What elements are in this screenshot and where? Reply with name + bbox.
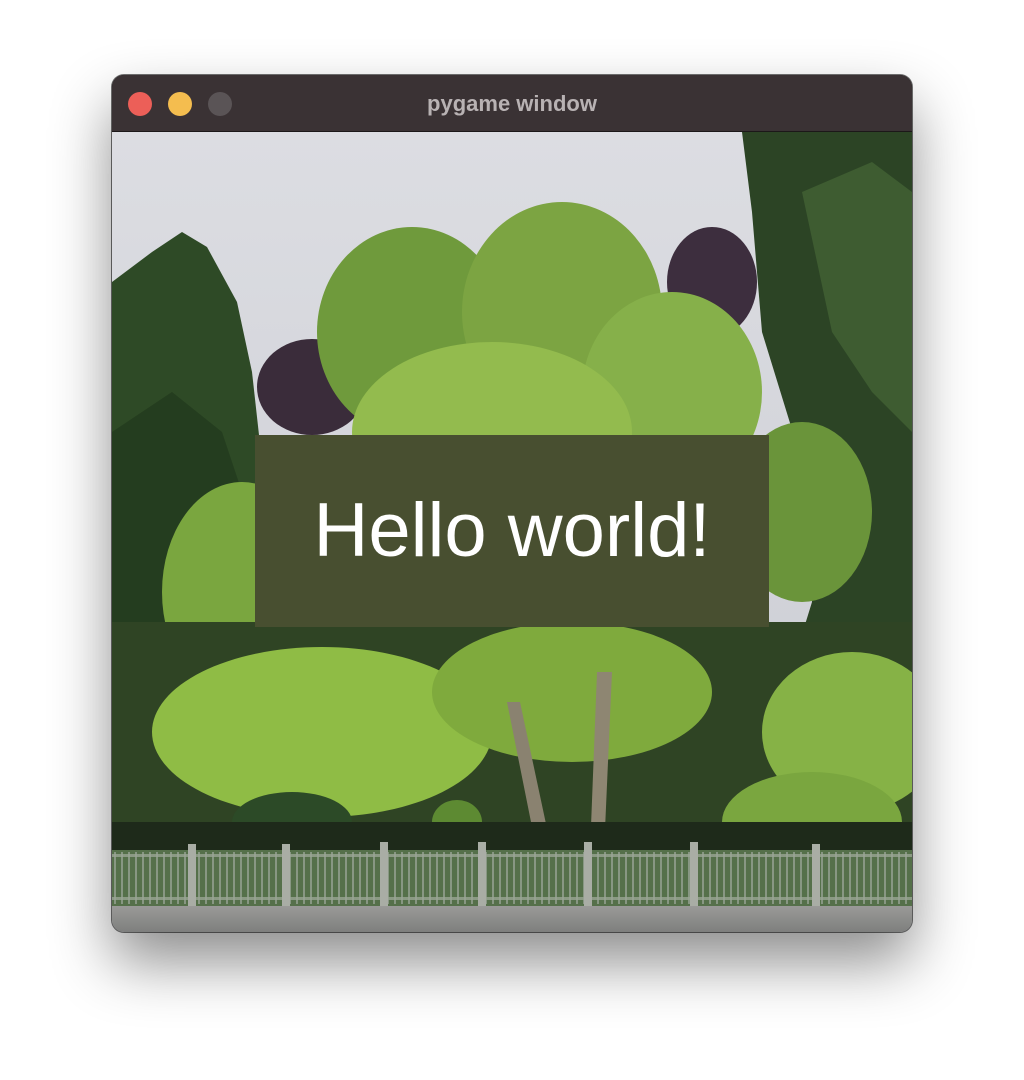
message-box: Hello world!: [255, 435, 769, 627]
window-title: pygame window: [427, 91, 597, 116]
game-canvas[interactable]: Hello world!: [112, 132, 912, 932]
title-bar[interactable]: pygame window: [112, 75, 912, 132]
pygame-window: pygame window Hello world!: [112, 75, 912, 932]
hello-text: Hello world!: [313, 488, 711, 573]
